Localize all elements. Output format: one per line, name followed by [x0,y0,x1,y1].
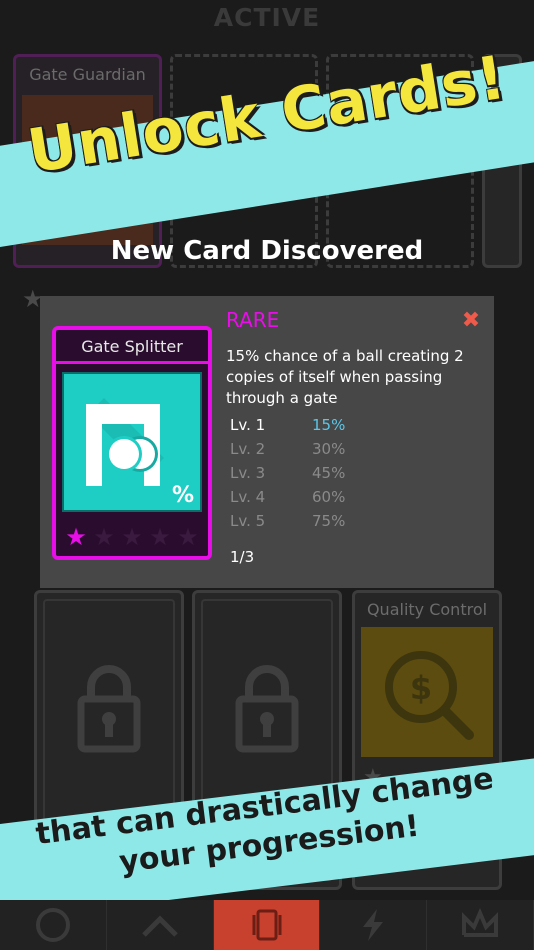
star-filled-icon: ★ [65,523,87,551]
svg-text:$: $ [410,669,432,707]
card-title: Gate Guardian [29,65,146,84]
close-button[interactable]: ✖ [456,306,486,336]
close-icon: ✖ [461,308,481,333]
level-label: Lv. 4 [230,488,266,506]
bottom-nav [0,900,534,950]
page-title: ACTIVE [213,3,321,32]
level-label: Lv. 3 [230,464,266,482]
star-empty-icon: ★ [149,523,171,551]
level-row: Lv. 3 45% [230,464,430,488]
level-value: 30% [312,440,346,458]
new-card-title: New Card Discovered [110,236,424,266]
level-row: Lv. 1 15% [230,416,430,440]
crown-icon [462,907,499,937]
chevron-up-icon [141,915,178,937]
level-row: Lv. 2 30% [230,440,430,464]
card-progress: 1/3 [230,548,255,566]
rarity-label: RARE [226,308,280,332]
tab-prestige[interactable] [427,900,534,950]
level-value: 45% [312,464,346,482]
star-empty-icon: ★ [177,523,199,551]
rarity-stars: ★ ★ ★ ★ ★ [62,520,202,554]
level-label: Lv. 5 [230,512,266,530]
level-label: Lv. 2 [230,440,266,458]
lightning-icon [363,909,384,941]
star-empty-icon: ★ [93,523,115,551]
level-value: 75% [312,512,346,530]
level-label: Lv. 1 [230,416,266,434]
card-icon [252,909,282,941]
circle-icon [35,908,70,942]
magnifier-dollar-icon: $ [361,627,493,757]
card-detail-modal: Gate Splitter % ★ ★ ★ ★ ★ RARE ✖ 15% chance … [40,296,494,588]
tab-upgrades[interactable] [107,900,214,950]
tab-boosts[interactable] [320,900,428,950]
percent-badge: % [171,483,194,508]
gate-splitter-icon: % [62,372,202,512]
card-description: 15% chance of a ball creating 2 copies o… [226,347,464,407]
level-value: 60% [312,488,346,506]
lock-icon [235,665,299,753]
star-empty-icon: ★ [121,523,143,551]
card-title: Gate Splitter [56,330,208,364]
level-value: 15% [312,416,346,434]
lock-icon [77,665,141,753]
level-row: Lv. 5 75% [230,512,430,536]
card-title: Quality Control [366,600,488,619]
tab-cards[interactable] [213,900,321,950]
tab-balls[interactable] [0,900,107,950]
level-row: Lv. 4 60% [230,488,430,512]
card-gate-splitter: Gate Splitter % ★ ★ ★ ★ ★ [52,326,212,560]
